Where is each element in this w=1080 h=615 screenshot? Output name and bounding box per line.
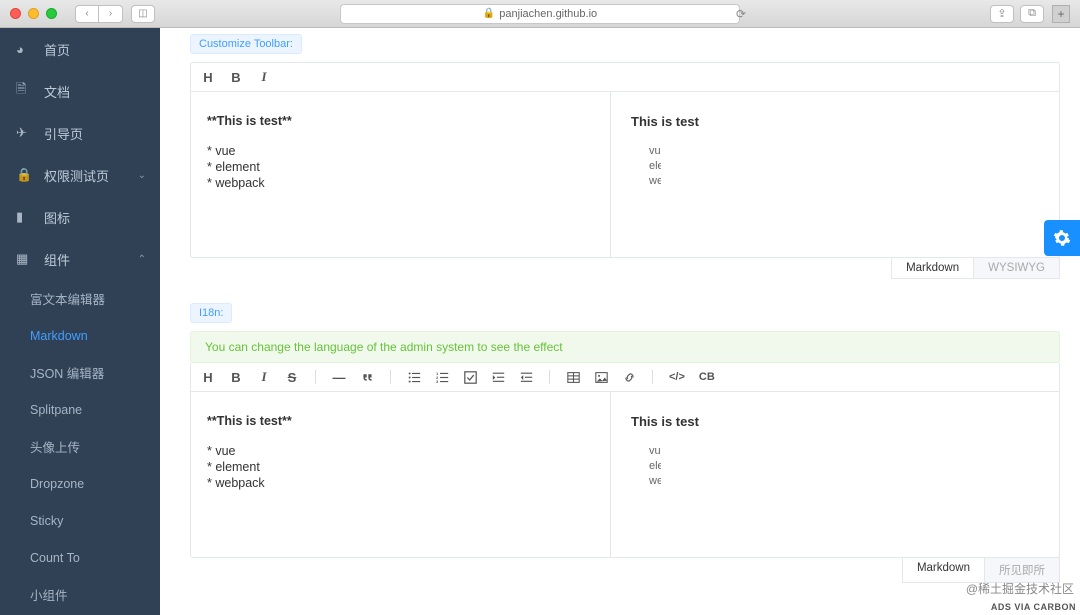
url-text: panjiachen.github.io xyxy=(499,8,597,20)
svg-text:3: 3 xyxy=(436,379,439,384)
section-tag-customize: Customize Toolbar: xyxy=(190,34,302,54)
sidebar-item-label: 权限测试页 xyxy=(44,166,109,185)
italic-button[interactable]: I xyxy=(257,69,271,85)
markdown-preview-pane: This is test vue element webpack xyxy=(611,92,1059,257)
markdown-source-pane-2[interactable]: **This is test** * vue * element * webpa… xyxy=(191,392,611,557)
ads-label: ADS VIA CARBON xyxy=(991,602,1076,612)
dashboard-icon: ◕ xyxy=(16,42,30,57)
sidebar-subitem-json[interactable]: JSON 编辑器 xyxy=(0,354,160,391)
share-button[interactable]: ⇪ xyxy=(990,5,1014,23)
editor-toolbar-2: H B I S — 123 xyxy=(191,363,1059,392)
close-window-icon[interactable] xyxy=(10,8,21,19)
bold-button[interactable]: B xyxy=(229,70,243,85)
minimize-window-icon[interactable] xyxy=(28,8,39,19)
quote-button[interactable] xyxy=(360,371,374,384)
maximize-window-icon[interactable] xyxy=(46,8,57,19)
editor-mode-tabs-2: Markdown 所见即所 xyxy=(190,557,1060,583)
link-button[interactable] xyxy=(622,371,636,384)
sidebar-subitem-dropzone[interactable]: Dropzone xyxy=(0,465,160,502)
gear-icon xyxy=(1053,229,1071,247)
outdent-button[interactable] xyxy=(519,371,533,384)
lock-icon: 🔒 xyxy=(16,167,30,183)
sidebar-subitem-mixin[interactable]: 小组件 xyxy=(0,576,160,613)
toolbar-separator xyxy=(390,370,391,384)
sidebar-item-guide[interactable]: ✈ 引导页 xyxy=(0,112,160,154)
window-controls xyxy=(10,8,57,19)
tab-markdown[interactable]: Markdown xyxy=(891,257,974,279)
component-icon: ▦ xyxy=(16,251,30,267)
sidebar-item-label: 组件 xyxy=(44,250,70,269)
i18n-alert: You can change the language of the admin… xyxy=(190,331,1060,363)
toolbar-separator xyxy=(315,370,316,384)
task-button[interactable] xyxy=(463,371,477,384)
sidebar-item-components[interactable]: ▦ 组件 ⌃ xyxy=(0,238,160,280)
editor-toolbar-1: H B I xyxy=(191,63,1059,92)
sidebar-item-doc[interactable]: 🗎 文档 xyxy=(0,70,160,112)
hr-button[interactable]: — xyxy=(332,370,346,385)
url-bar[interactable]: 🔒 panjiachen.github.io xyxy=(340,4,740,24)
chevron-up-icon: ⌃ xyxy=(138,254,146,265)
toolbar-separator xyxy=(652,370,653,384)
content-area: Customize Toolbar: H B I **This is test*… xyxy=(160,28,1080,615)
tabs-button[interactable]: ⧉ xyxy=(1020,5,1044,23)
codeblock-button[interactable]: CB xyxy=(699,371,715,383)
watermark: @稀土掘金技术社区 xyxy=(966,580,1074,597)
strike-button[interactable]: S xyxy=(285,370,299,385)
sidebar-item-label: 首页 xyxy=(44,40,70,59)
sidebar-item-permission[interactable]: 🔒 权限测试页 ⌄ xyxy=(0,154,160,196)
settings-fab[interactable] xyxy=(1044,220,1080,256)
ol-button[interactable]: 123 xyxy=(435,371,449,384)
heading-button[interactable]: H xyxy=(201,370,215,385)
editor-card-2: H B I S — 123 xyxy=(190,363,1060,558)
sidebar-subitem-avatar[interactable]: 头像上传 xyxy=(0,428,160,465)
italic-button[interactable]: I xyxy=(257,369,271,385)
sidebar-subitem-sticky[interactable]: Sticky xyxy=(0,502,160,539)
markdown-preview-pane-2: This is test vue element webpack xyxy=(611,392,1059,557)
sidebar-item-home[interactable]: ◕ 首页 xyxy=(0,28,160,70)
sidebar-subitem-countto[interactable]: Count To xyxy=(0,539,160,576)
sidebar-item-label: 文档 xyxy=(44,82,70,101)
image-button[interactable] xyxy=(594,371,608,384)
section-tag-i18n: I18n: xyxy=(190,303,232,323)
sidebar-item-label: 图标 xyxy=(44,208,70,227)
heading-button[interactable]: H xyxy=(201,70,215,85)
tab-wysiwyg[interactable]: WYSIWYG xyxy=(974,257,1060,279)
icons-icon: ▮ xyxy=(16,209,30,225)
browser-titlebar: ‹ › ◫ 🔒 panjiachen.github.io ⟳ ⇪ ⧉ + xyxy=(0,0,1080,28)
back-button[interactable]: ‹ xyxy=(75,5,99,23)
indent-button[interactable] xyxy=(491,371,505,384)
sidebar-item-icons[interactable]: ▮ 图标 xyxy=(0,196,160,238)
editor-mode-tabs-1: Markdown WYSIWYG xyxy=(190,257,1060,279)
guide-icon: ✈ xyxy=(16,125,30,141)
table-button[interactable] xyxy=(566,371,580,384)
new-tab-button[interactable]: + xyxy=(1052,5,1070,23)
lock-icon: 🔒 xyxy=(483,8,495,19)
sidebar: ◕ 首页 🗎 文档 ✈ 引导页 🔒 权限测试页 ⌄ ▮ 图标 ▦ 组件 ⌃ 富文… xyxy=(0,28,160,615)
bold-button[interactable]: B xyxy=(229,370,243,385)
toolbar-separator xyxy=(549,370,550,384)
code-button[interactable]: </> xyxy=(669,371,685,383)
ul-button[interactable] xyxy=(407,371,421,384)
sidebar-item-label: 引导页 xyxy=(44,124,83,143)
refresh-button[interactable]: ⟳ xyxy=(736,7,746,21)
markdown-source-pane[interactable]: **This is test** * vue * element * webpa… xyxy=(191,92,611,257)
editor-card-1: H B I **This is test** * vue * element *… xyxy=(190,62,1060,258)
document-icon: 🗎 xyxy=(16,80,30,102)
sidebar-subitem-splitpane[interactable]: Splitpane xyxy=(0,391,160,428)
forward-button[interactable]: › xyxy=(99,5,123,23)
chevron-down-icon: ⌄ xyxy=(138,170,146,181)
sidebar-subitem-markdown[interactable]: Markdown xyxy=(0,317,160,354)
sidebar-toggle-button[interactable]: ◫ xyxy=(131,5,155,23)
sidebar-subitem-richtext[interactable]: 富文本编辑器 xyxy=(0,280,160,317)
